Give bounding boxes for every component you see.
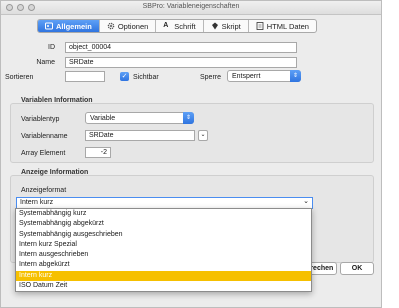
array-element-field[interactable]: -2 bbox=[85, 147, 111, 158]
dropdown-option[interactable]: Systemabhängig abgekürzt bbox=[16, 219, 311, 229]
lock-select-value: Entsperrt bbox=[232, 73, 261, 80]
variable-type-label: Variablentyp bbox=[21, 116, 60, 123]
name-label: Name bbox=[36, 59, 55, 66]
array-element-label: Array Element bbox=[21, 150, 66, 157]
tab-label: Optionen bbox=[117, 21, 149, 31]
tab-label: Allgemein bbox=[56, 21, 92, 31]
name-field[interactable]: SRDate bbox=[65, 57, 297, 68]
sort-field[interactable] bbox=[65, 71, 105, 82]
font-icon: A bbox=[163, 22, 169, 29]
tab-label: Schrift bbox=[174, 21, 196, 31]
sort-label: Sortieren bbox=[5, 74, 34, 81]
variable-type-value: Variable bbox=[90, 115, 116, 122]
lock-label: Sperre bbox=[199, 74, 221, 81]
display-format-label: Anzeigeformat bbox=[21, 187, 67, 194]
html-icon bbox=[256, 22, 264, 30]
dropdown-option[interactable]: Systemabhängig kurz bbox=[16, 209, 311, 219]
tab-label: HTML Daten bbox=[266, 21, 309, 31]
dropdown-option-selected[interactable]: Intern kurz bbox=[16, 270, 311, 282]
dropdown-option[interactable]: Systemabhängig ausgeschrieben bbox=[16, 230, 311, 240]
id-icon bbox=[45, 22, 53, 30]
display-format-dropdown: Systemabhängig kurz Systemabhängig abgek… bbox=[15, 208, 312, 293]
script-icon bbox=[211, 22, 218, 30]
tab-optionen[interactable]: Optionen bbox=[100, 20, 157, 32]
tab-label: Skript bbox=[221, 21, 241, 31]
dropdown-option[interactable]: Intern kurz Spezial bbox=[16, 240, 311, 250]
tab-skript[interactable]: Skript bbox=[204, 20, 249, 32]
tab-allgemein[interactable]: Allgemein bbox=[38, 20, 100, 32]
id-field[interactable]: object_00004 bbox=[65, 42, 297, 53]
tab-bar: Allgemein Optionen A Schrift Skript HTML… bbox=[37, 19, 317, 33]
dropdown-option[interactable]: Intern abgekürzt bbox=[16, 260, 311, 270]
ok-button[interactable]: OK bbox=[340, 262, 374, 275]
select-arrow-icon: ⇕ bbox=[290, 70, 301, 82]
select-arrow-icon: ⇕ bbox=[183, 112, 194, 124]
title-bar[interactable]: SBPro: Variableneigenschaften bbox=[1, 1, 381, 15]
variable-name-label: Variablenname bbox=[21, 133, 68, 140]
id-label: ID bbox=[48, 44, 55, 51]
variable-name-dropdown-button[interactable]: ⌄ bbox=[198, 130, 208, 141]
variable-info-title: Variablen Information bbox=[21, 97, 93, 104]
dropdown-option[interactable]: ISO Datum Zeit bbox=[16, 281, 311, 291]
variable-name-field[interactable]: SRDate bbox=[85, 130, 195, 141]
visible-checkbox[interactable]: ✓ bbox=[120, 72, 129, 81]
gear-icon bbox=[107, 22, 115, 30]
tab-schrift[interactable]: A Schrift bbox=[156, 20, 204, 32]
variable-type-select[interactable]: Variable ⇕ bbox=[85, 112, 194, 124]
tab-html-daten[interactable]: HTML Daten bbox=[249, 20, 316, 32]
chevron-down-icon: ⌄ bbox=[303, 198, 309, 205]
dropdown-option[interactable]: Intern ausgeschrieben bbox=[16, 250, 311, 260]
display-info-title: Anzeige Information bbox=[21, 169, 89, 176]
visible-label: Sichtbar bbox=[133, 74, 159, 81]
display-format-value: Intern kurz bbox=[20, 199, 54, 206]
lock-select[interactable]: Entsperrt ⇕ bbox=[227, 70, 301, 82]
window-title: SBPro: Variableneigenschaften bbox=[142, 3, 240, 10]
